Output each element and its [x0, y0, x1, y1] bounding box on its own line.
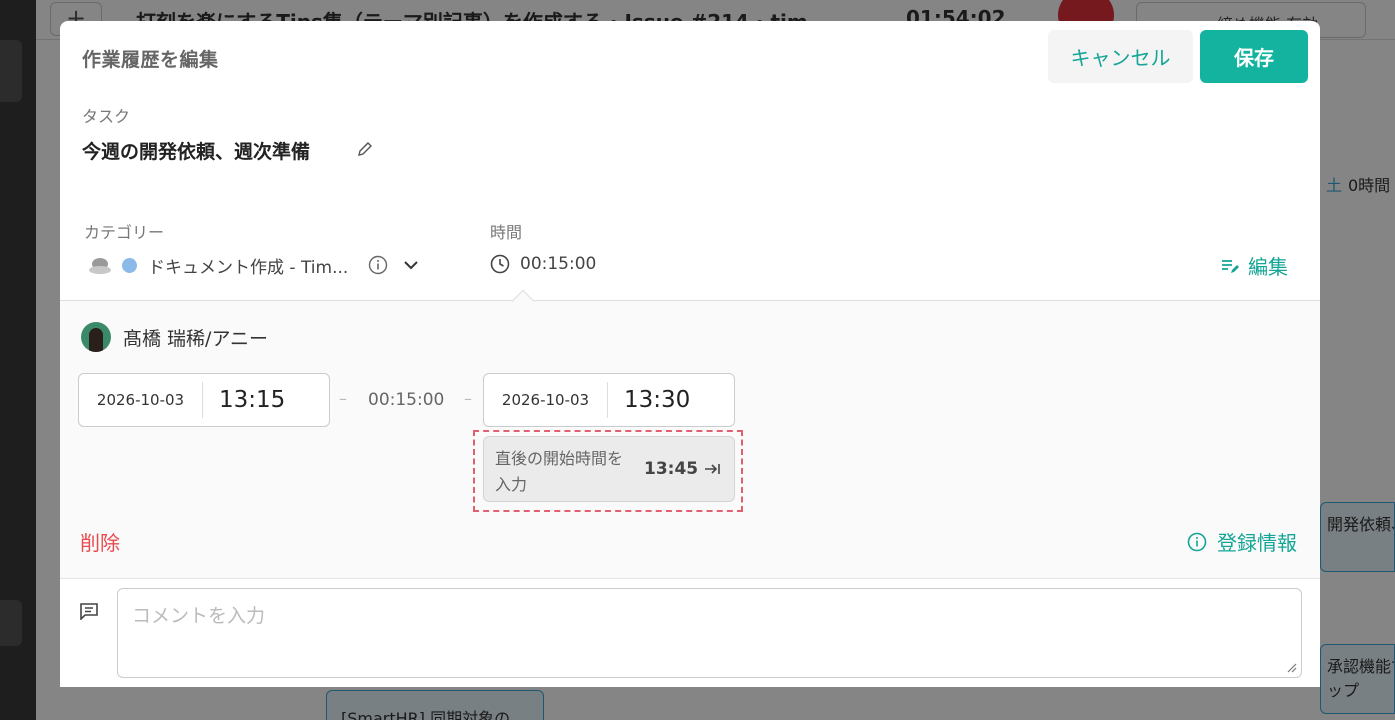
- registration-info-label: 登録情報: [1217, 531, 1297, 555]
- cancel-button[interactable]: キャンセル: [1048, 30, 1193, 83]
- edit-label: 編集: [1248, 255, 1288, 279]
- comment-input[interactable]: [117, 588, 1302, 678]
- time-label: 時間: [490, 223, 523, 242]
- start-datetime: 2026-10-03 13:15: [78, 373, 330, 427]
- pencil-icon[interactable]: [356, 140, 374, 158]
- chevron-down-icon[interactable]: [402, 256, 420, 274]
- clock-icon: [490, 254, 510, 274]
- edit-button[interactable]: 編集: [1220, 251, 1288, 280]
- divider: [60, 578, 1320, 579]
- category-value: ドキュメント作成 - Tim...: [148, 257, 349, 278]
- avatar: [81, 322, 111, 352]
- next-start-suggestion-button[interactable]: 直後の開始時間を入力 13:45: [483, 436, 735, 502]
- arrow-to-end-icon: [705, 464, 720, 474]
- info-icon: [1187, 532, 1207, 551]
- info-icon[interactable]: [368, 255, 388, 275]
- suggestion-time: 13:45: [644, 459, 699, 479]
- category-select[interactable]: ドキュメント作成 - Tim...: [88, 253, 420, 278]
- delete-button[interactable]: 削除: [80, 527, 120, 556]
- time-value: 00:15:00: [520, 254, 597, 274]
- category-label: カテゴリー: [84, 223, 165, 242]
- category-color-dot: [122, 257, 137, 273]
- category-avatar-icon: [89, 258, 111, 274]
- comment-icon: [80, 603, 98, 620]
- registration-info-button[interactable]: 登録情報: [1187, 527, 1297, 556]
- separator: –: [339, 389, 347, 408]
- suggestion-label: 直後の開始時間を入力: [495, 449, 624, 494]
- end-datetime: 2026-10-03 13:30: [483, 373, 735, 427]
- time-summary: 00:15:00: [490, 254, 596, 274]
- user-name: 髙橋 瑞稀/アニー: [123, 327, 269, 350]
- divider: [60, 300, 1320, 301]
- user-row: 髙橋 瑞稀/アニー: [81, 322, 268, 352]
- start-time-input[interactable]: 13:15: [203, 387, 285, 413]
- edit-history-modal: 作業履歴を編集 キャンセル 保存 タスク 今週の開発依頼、週次準備 カテゴリー …: [60, 21, 1320, 687]
- task-name: 今週の開発依頼、週次準備: [82, 141, 311, 163]
- separator: –: [464, 389, 472, 408]
- end-date-input[interactable]: 2026-10-03: [484, 382, 608, 418]
- duration-value[interactable]: 00:15:00: [368, 390, 444, 410]
- start-date-input[interactable]: 2026-10-03: [79, 382, 203, 418]
- task-label: タスク: [82, 107, 131, 126]
- edit-list-icon: [1222, 259, 1239, 273]
- resize-handle-icon[interactable]: [1287, 663, 1297, 673]
- modal-title: 作業履歴を編集: [82, 49, 219, 71]
- save-button[interactable]: 保存: [1200, 30, 1308, 83]
- end-time-input[interactable]: 13:30: [608, 387, 690, 413]
